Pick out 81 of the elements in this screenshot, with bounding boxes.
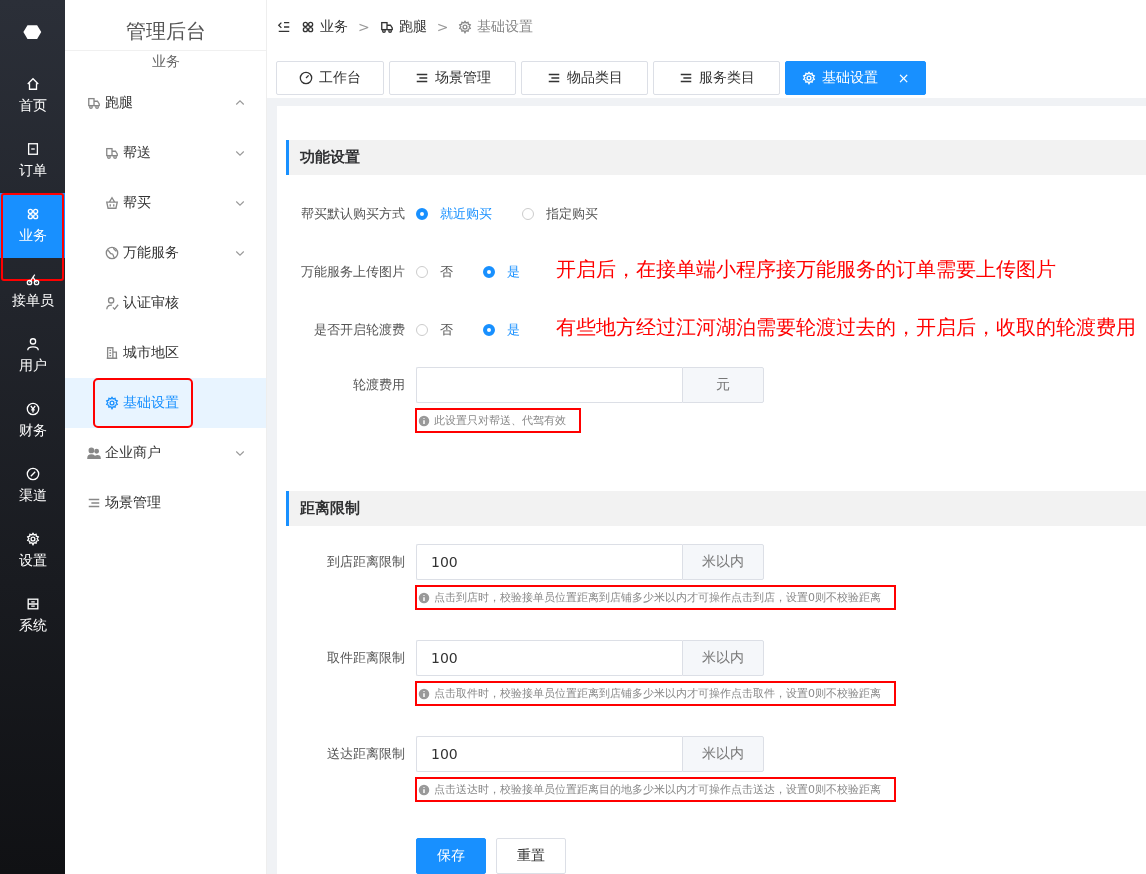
gear-icon bbox=[25, 531, 40, 546]
hint-text: 此设置只对帮送、代驾有效 bbox=[434, 413, 566, 428]
truck-icon bbox=[105, 146, 119, 160]
usercheck-icon bbox=[105, 296, 119, 310]
annotation-text: 有些地方经过江河湖泊需要轮渡过去的，开启后，收取的轮渡费用 bbox=[556, 314, 1137, 341]
nav-rail-item[interactable]: 用户 bbox=[0, 323, 65, 388]
reset-button[interactable]: 重置 bbox=[496, 838, 566, 874]
sidebar-item[interactable]: 帮买 bbox=[65, 178, 266, 228]
tab[interactable]: 服务类目 bbox=[653, 60, 780, 95]
bike-icon bbox=[25, 271, 40, 286]
hint-text: 点击取件时，校验接单员位置距离到店铺多少米以内才可操作点击取件，设置0则不校验距离 bbox=[434, 686, 881, 701]
field-label: 万能服务上传图片 bbox=[300, 263, 406, 281]
input-field[interactable]: 100 bbox=[416, 640, 682, 676]
breadcrumb-item[interactable]: 基础设置 bbox=[458, 17, 534, 36]
field-label: 取件距离限制 bbox=[326, 649, 406, 667]
nav-rail-item[interactable]: 首页 bbox=[0, 63, 65, 128]
nav-rail-item[interactable]: 订单 bbox=[0, 128, 65, 193]
user-icon bbox=[25, 336, 40, 351]
gear-icon bbox=[105, 396, 119, 410]
sidebar-item[interactable]: 万能服务 bbox=[65, 228, 266, 278]
tab[interactable]: 场景管理 bbox=[389, 60, 516, 95]
sidebar-subtitle: 业务 bbox=[65, 50, 266, 78]
home-icon bbox=[25, 76, 40, 91]
field-label: 是否开启轮渡费 bbox=[313, 321, 406, 339]
globe-icon bbox=[105, 246, 119, 260]
unit-addon: 米以内 bbox=[682, 544, 764, 580]
tab[interactable]: 物品类目 bbox=[521, 60, 648, 95]
list-icon bbox=[87, 496, 101, 510]
breadcrumb-item[interactable]: 跑腿 bbox=[379, 17, 427, 36]
sidebar-item[interactable]: 场景管理 bbox=[65, 478, 266, 528]
sidebar-title: 管理后台 bbox=[124, 18, 207, 45]
nav-rail-item[interactable]: 接单员 bbox=[0, 258, 65, 323]
nav-rail-item[interactable]: 设置 bbox=[0, 518, 65, 583]
field-label: 到店距离限制 bbox=[326, 553, 406, 571]
doc-icon bbox=[25, 141, 40, 156]
info-icon bbox=[418, 783, 430, 796]
gauge-icon bbox=[299, 70, 313, 85]
field-label: 送达距离限制 bbox=[326, 745, 406, 763]
input-field[interactable]: 100 bbox=[416, 544, 682, 580]
truck-icon bbox=[379, 19, 394, 34]
info-icon bbox=[418, 591, 430, 604]
hint-text: 点击送达时，校验接单员位置距离目的地多少米以内才可操作点击送达，设置0则不校验距离 bbox=[434, 782, 881, 797]
nav-rail-item[interactable]: 系统 bbox=[0, 583, 65, 648]
people-icon bbox=[87, 446, 101, 460]
unit-addon: 元 bbox=[682, 367, 764, 403]
info-icon bbox=[418, 414, 430, 427]
sidebar-item[interactable]: 城市地区 bbox=[65, 328, 266, 378]
grid-icon bbox=[25, 206, 40, 221]
tab[interactable]: 工作台 bbox=[276, 60, 384, 95]
radio-option[interactable]: 否 bbox=[416, 261, 453, 283]
annotation-text: 开启后，在接单端小程序接万能服务的订单需要上传图片 bbox=[556, 256, 1057, 283]
input-field[interactable]: 100 bbox=[416, 736, 682, 772]
info-icon bbox=[418, 687, 430, 700]
yen-icon bbox=[25, 401, 40, 416]
nav-rail-item[interactable]: 财务 bbox=[0, 388, 65, 453]
nav-rail-item[interactable]: 渠道 bbox=[0, 453, 65, 518]
sidebar-item[interactable]: 认证审核 bbox=[65, 278, 266, 328]
building-icon bbox=[105, 346, 119, 360]
breadcrumb-separator: > bbox=[358, 18, 370, 35]
sidebar-item[interactable]: 跑腿 bbox=[65, 78, 266, 128]
field-label: 帮买默认购买方式 bbox=[300, 205, 406, 223]
unit-addon: 米以内 bbox=[682, 640, 764, 676]
field-label: 轮渡费用 bbox=[352, 376, 406, 394]
breadcrumb-separator: > bbox=[436, 18, 449, 35]
gear-icon bbox=[801, 70, 816, 85]
radio-option[interactable]: 指定购买 bbox=[522, 203, 598, 225]
grid-icon bbox=[301, 19, 315, 34]
box-icon bbox=[25, 596, 40, 611]
sidebar-item[interactable]: 帮送 bbox=[65, 128, 266, 178]
truck-icon bbox=[87, 96, 101, 110]
basket-icon bbox=[105, 196, 119, 210]
radio-option[interactable]: 否 bbox=[416, 319, 453, 341]
sidebar-item[interactable]: 企业商户 bbox=[65, 428, 266, 478]
section-header: 距离限制 bbox=[286, 491, 1146, 526]
section-header: 功能设置 bbox=[286, 140, 1146, 175]
collapse-menu-icon bbox=[277, 19, 291, 34]
breadcrumb-item[interactable]: 业务 bbox=[301, 17, 348, 36]
hint-text: 点击到店时，校验接单员位置距离到店铺多少米以内才可操作点击到店，设置0则不校验距离 bbox=[434, 590, 881, 605]
gear-icon bbox=[458, 19, 473, 34]
unit-addon: 米以内 bbox=[682, 736, 764, 772]
input-field[interactable] bbox=[416, 367, 682, 403]
